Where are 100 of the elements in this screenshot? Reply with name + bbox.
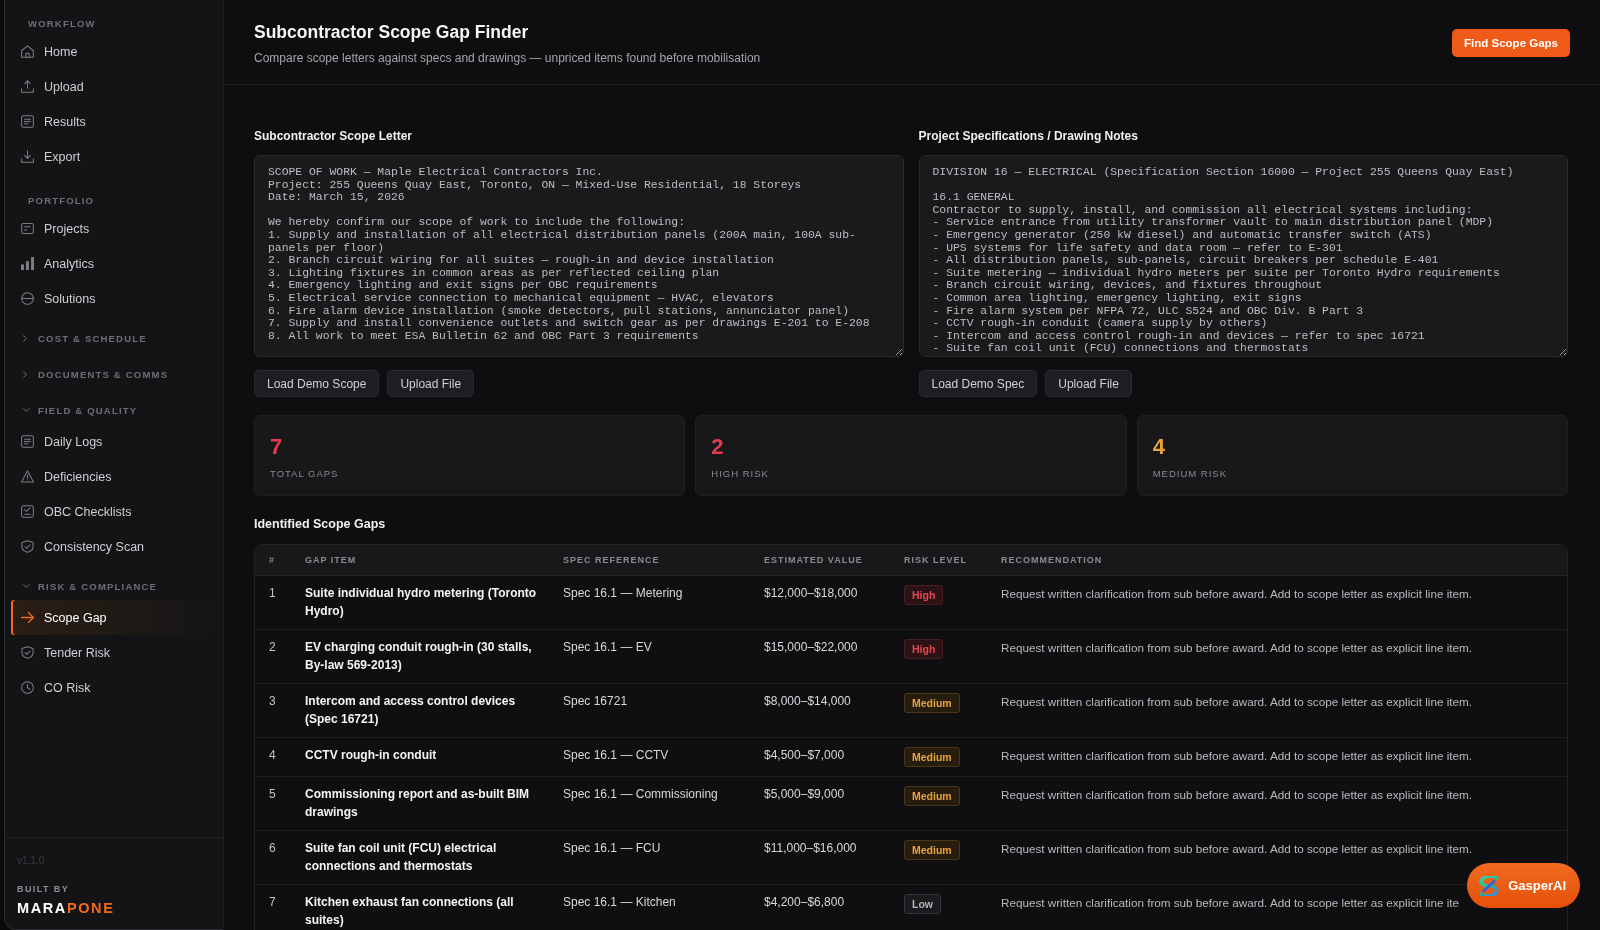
- risk-badge: Medium: [904, 786, 960, 806]
- page-title: Subcontractor Scope Gap Finder: [254, 21, 530, 44]
- table-cell: $4,500–$7,000: [750, 738, 890, 777]
- secondary-button[interactable]: Load Demo Scope: [254, 370, 380, 397]
- risk-badge: Medium: [904, 840, 960, 860]
- section-toggle[interactable]: RISK & COMPLIANCE: [5, 572, 223, 600]
- chevron-down-icon: [23, 408, 30, 412]
- nav-item[interactable]: CO Risk: [11, 670, 215, 705]
- section-title: Identified Scope Gaps: [254, 516, 387, 532]
- stat-value: 2: [711, 434, 725, 460]
- warning-icon: [21, 470, 34, 483]
- nav-item[interactable]: Solutions: [11, 281, 215, 316]
- table-cell: Spec 16.1 — Commissioning: [549, 777, 750, 831]
- table-cell: 7: [255, 885, 291, 930]
- nav-item[interactable]: Daily Logs: [11, 424, 215, 459]
- nav-item[interactable]: Tender Risk: [11, 635, 215, 670]
- table-cell: EV charging conduit rough-in (30 stalls, By-law 569-2013): [291, 630, 549, 684]
- nav-item[interactable]: Analytics: [11, 246, 215, 281]
- table-cell: $11,000–$16,000: [750, 831, 890, 885]
- textarea-field[interactable]: DIVISION 16 — ELECTRICAL (Specification Section 16000 — Project 255 Queens Quay East) 16.1 GENERAL Contractor to supply, install, and commission all electrical systems including: - Service entrance from utility transformer vault to main distribution panel (MDP) - Emergency generator (250 kW diesel) and automatic transfer switch (ATS) - UPS systems for life safety and data room — refer to E-301 - All distribution panels, sub-panels, circuit breakers per schedule E-401 - Suite metering — individual hydro meters per suite per Toronto Hydro requirements - Branch circuit wiring, devices, and fixtures throughout - Common area lighting, emergency lighting, exit signs - Fire alarm system per NFPA 72, ULC S524 and OBC Div. B Part 3 - CCTV rough-in conduit (camera supply by others) - Intercom and access control rough-in and devices — refer to spec 16721 - Suite fan coil unit (FCU) connections and thermostats: [918, 155, 1568, 357]
- nav-item[interactable]: Upload: [11, 69, 215, 104]
- recommendation-text: Request written clarification from sub before award. Add to scope letter as explicit line item.: [1001, 587, 1472, 600]
- section-toggle[interactable]: COST & SCHEDULE: [5, 324, 223, 352]
- nav-item[interactable]: OBC Checklists: [11, 494, 215, 529]
- recommendation-text: Request written clarification from sub before award. Add to scope letter as explicit line item.: [1001, 749, 1472, 762]
- column-header: ESTIMATED VALUE: [750, 545, 890, 576]
- stat-label: TOTAL GAPS: [270, 468, 340, 480]
- home-icon: [21, 45, 34, 58]
- stat-value: 4: [1152, 434, 1166, 460]
- checklist-icon: [21, 505, 34, 518]
- swirl-icon: [1479, 875, 1500, 896]
- recommendation-text: Request written clarification from sub before award. Add to scope letter as explicit line item.: [1001, 641, 1472, 654]
- panel-heading: Subcontractor Scope Letter: [254, 128, 414, 144]
- page-subtitle: Compare scope letters against specs and drawings — unpriced items found before mobilisation: [254, 50, 761, 66]
- risk-badge: Low: [904, 894, 941, 914]
- download-icon: [21, 150, 34, 163]
- brand-logo: MARA PONE: [17, 899, 115, 917]
- section-toggle[interactable]: DOCUMENTS & COMMS: [5, 360, 223, 388]
- textarea-field[interactable]: SCOPE OF WORK — Maple Electrical Contractors Inc. Project: 255 Queens Quay East, Toronto, ON — Mixed-Use Residential, 18 Storeys Date: March 15, 2026 We hereby confirm our scope of work to include the following: 1. Supply and installation of all electrical distribution panels (200A main, 100A sub-panels per floor) 2. Branch circuit wiring for all suites — rough-in and device installation 3. Lighting fixtures in common areas as per reflected ceiling plan 4. Emergency lighting and exit signs per OBC requirements 5. Electrical service connection to mechanical equipment — HVAC, elevators 6. Fire alarm device installation (smoke detectors, pull stations, annunciator panel) 7. Supply and install convenience outlets and switch gear as per drawings E-201 to E-208 8. All work to meet ESA Bulletin 62 and OBC Part 3 requirements: [254, 155, 904, 357]
- document-icon: [21, 435, 34, 448]
- table-cell: 2: [255, 630, 291, 684]
- nav-item[interactable]: Deficiencies: [11, 459, 215, 494]
- arrow-right-icon: [21, 611, 34, 624]
- nav-item[interactable]: Export: [11, 139, 215, 174]
- built-by-label: BUILT BY: [17, 883, 71, 895]
- table-cell: Commissioning report and as-built BIM drawings: [291, 777, 549, 831]
- table-cell: Spec 16.1 — Metering: [549, 576, 750, 630]
- risk-badge: High: [904, 585, 944, 605]
- table-cell: Spec 16.1 — EV: [549, 630, 750, 684]
- nav-item[interactable]: Projects: [11, 211, 215, 246]
- table-cell: $4,200–$6,800: [750, 885, 890, 930]
- risk-badge: Medium: [904, 747, 960, 767]
- section-label: WORKFLOW: [27, 16, 97, 31]
- table-cell: $5,000–$9,000: [750, 777, 890, 831]
- secondary-button[interactable]: Upload File: [387, 370, 475, 397]
- shield-check-icon: [21, 540, 34, 553]
- recommendation-text: Request written clarification from sub before award. Add to scope letter as explicit line ite: [1001, 896, 1459, 909]
- table-cell: Spec 16721: [549, 684, 750, 738]
- section-label: PORTFOLIO: [27, 193, 96, 208]
- table-cell: Spec 16.1 — Kitchen: [549, 885, 750, 930]
- recommendation-text: Request written clarification from sub before award. Add to scope letter as explicit line item.: [1001, 842, 1472, 855]
- stat-label: MEDIUM RISK: [1152, 468, 1228, 480]
- table-cell: 1: [255, 576, 291, 630]
- section-toggle[interactable]: FIELD & QUALITY: [5, 396, 223, 424]
- column-header: RECOMMENDATION: [987, 545, 1567, 576]
- table-cell: Spec 16.1 — FCU: [549, 831, 750, 885]
- card-icon: [21, 222, 34, 235]
- clock-icon: [21, 681, 34, 694]
- table-cell: Spec 16.1 — CCTV: [549, 738, 750, 777]
- nav-item[interactable]: Consistency Scan: [11, 529, 215, 564]
- column-header: GAP ITEM: [291, 545, 549, 576]
- table-cell: Suite individual hydro metering (Toronto Hydro): [291, 576, 549, 630]
- nav-item[interactable]: Home: [11, 34, 215, 69]
- table-cell: 4: [255, 738, 291, 777]
- table-cell: 3: [255, 684, 291, 738]
- secondary-button[interactable]: Upload File: [1045, 370, 1132, 397]
- bar-chart-icon: [21, 257, 34, 270]
- secondary-button[interactable]: Load Demo Spec: [918, 370, 1038, 397]
- risk-badge: High: [904, 639, 944, 659]
- panel-heading: Project Specifications / Drawing Notes: [918, 128, 1139, 144]
- chevron-right-icon: [23, 370, 27, 378]
- nav-item[interactable]: Results: [11, 104, 215, 139]
- column-header: SPEC REFERENCE: [549, 545, 750, 576]
- document-icon: [21, 115, 34, 128]
- table-cell: 6: [255, 831, 291, 885]
- shield-check-icon: [21, 646, 34, 659]
- column-header: #: [255, 545, 291, 576]
- table-cell: $12,000–$18,000: [750, 576, 890, 630]
- table-cell: $15,000–$22,000: [750, 630, 890, 684]
- table-cell: Kitchen exhaust fan connections (all suites): [291, 885, 549, 930]
- table-cell: Intercom and access control devices (Spec 16721): [291, 684, 549, 738]
- table-cell: CCTV rough-in conduit: [291, 738, 549, 777]
- table-cell: $8,000–$14,000: [750, 684, 890, 738]
- stat-value: 7: [270, 434, 284, 460]
- risk-badge: Medium: [904, 693, 960, 713]
- column-header: RISK LEVEL: [890, 545, 987, 576]
- upload-icon: [21, 80, 34, 93]
- chevron-right-icon: [23, 334, 27, 342]
- recommendation-text: Request written clarification from sub before award. Add to scope letter as explicit line item.: [1001, 695, 1472, 708]
- stat-label: HIGH RISK: [711, 468, 770, 480]
